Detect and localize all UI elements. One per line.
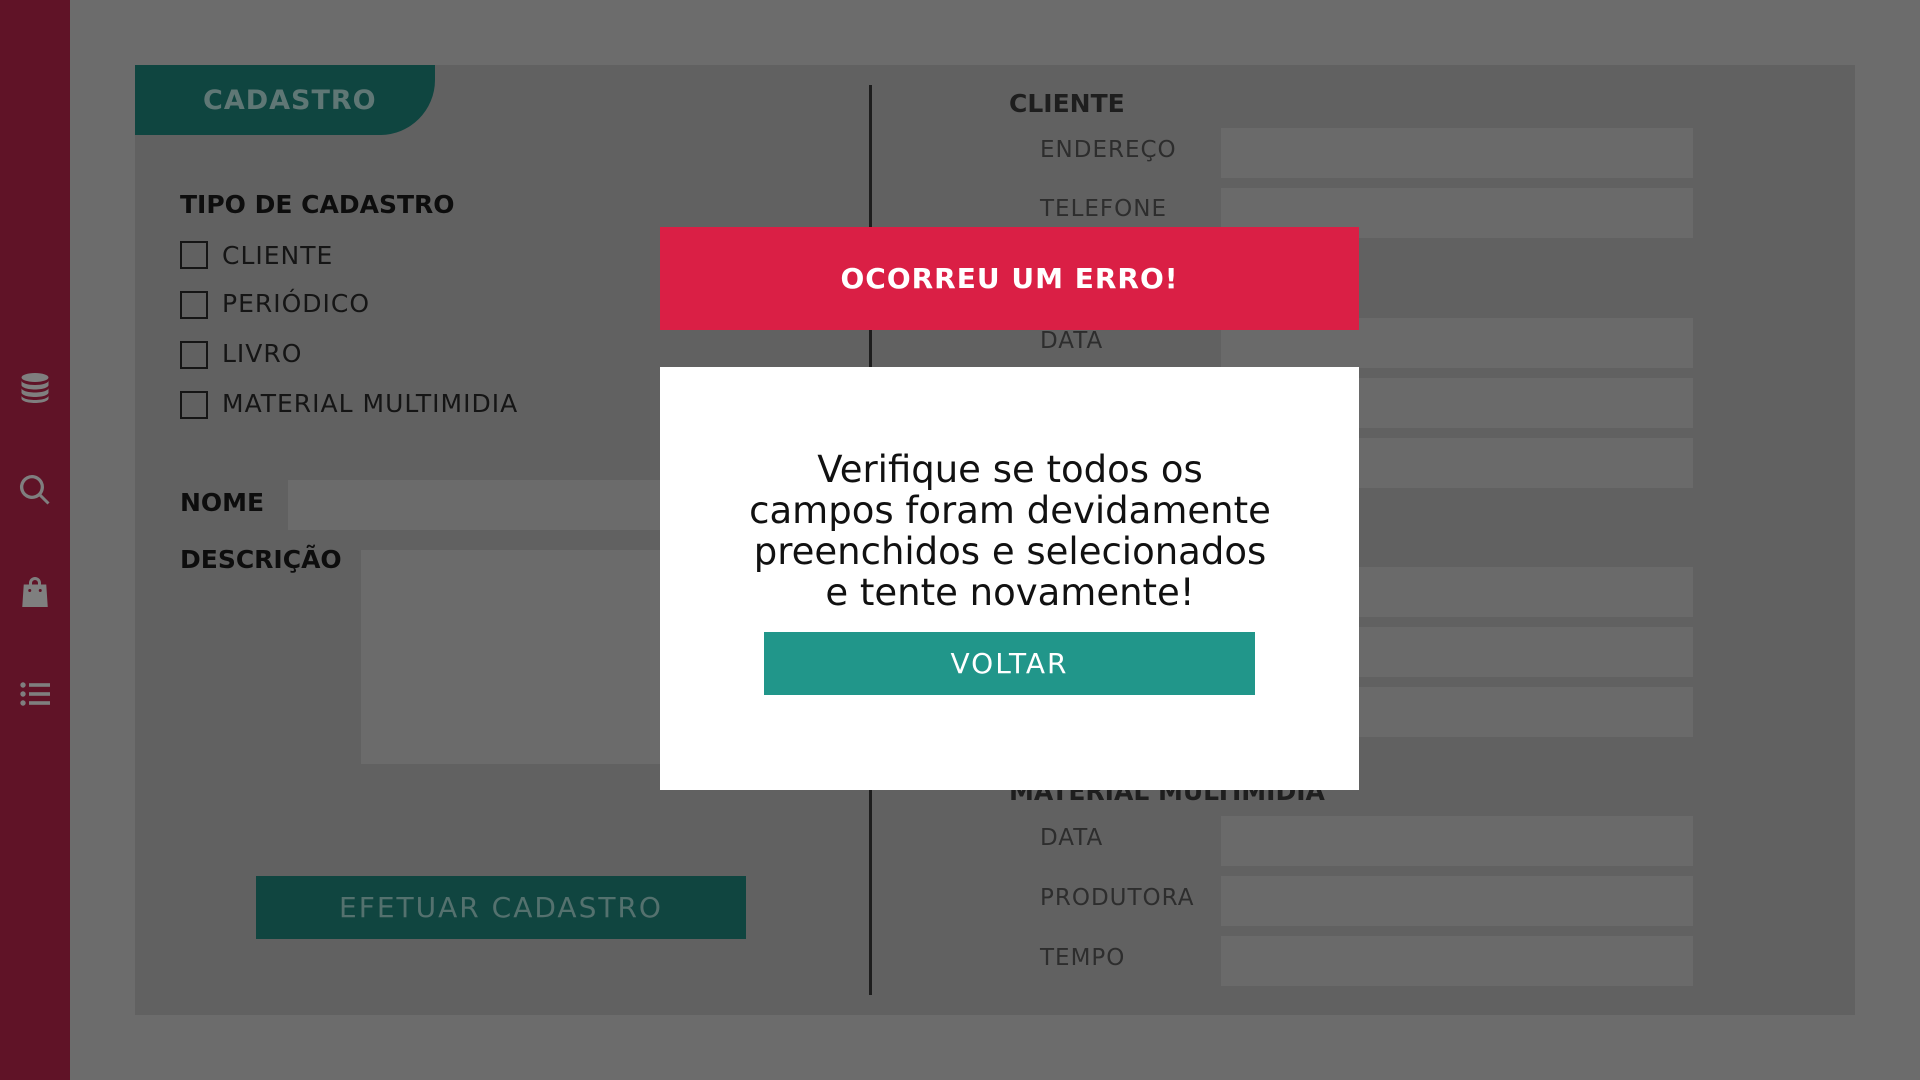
error-title: OCORREU UM ERRO!: [840, 262, 1179, 295]
error-header: OCORREU UM ERRO!: [660, 227, 1359, 330]
error-message: Verifique se todos os campos foram devid…: [749, 448, 1271, 614]
voltar-button[interactable]: VOLTAR: [764, 632, 1255, 695]
error-dialog: Verifique se todos os campos foram devid…: [660, 367, 1359, 790]
voltar-label: VOLTAR: [950, 647, 1069, 680]
